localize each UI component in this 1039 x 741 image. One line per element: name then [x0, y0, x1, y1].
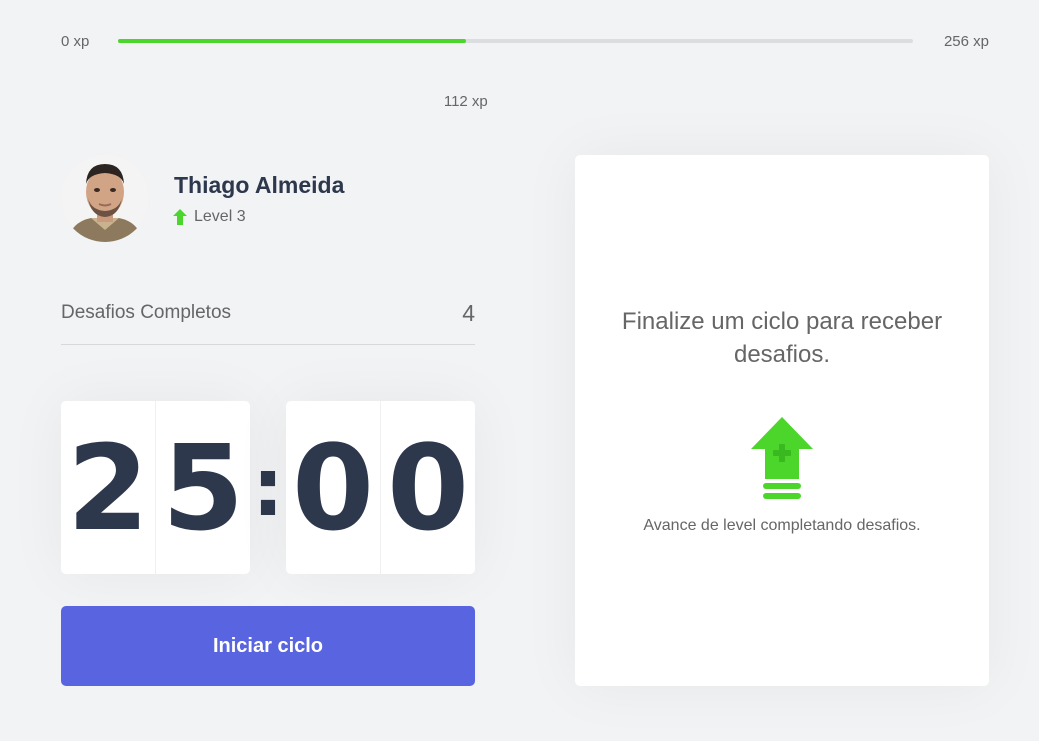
level-up-arrow-icon: [173, 209, 187, 225]
experience-current-label: 112 xp: [443, 93, 488, 110]
countdown-second-digit: 0: [286, 401, 381, 574]
experience-min-label: 0 xp: [61, 33, 90, 50]
countdown-minutes: 2 5: [61, 401, 250, 574]
profile-level: Level 3: [173, 208, 246, 226]
countdown-minute-digit: 5: [161, 418, 245, 557]
profile-level-label: Level 3: [194, 208, 246, 225]
avatar-photo-icon: [61, 154, 149, 242]
countdown-seconds: 0 0: [286, 401, 475, 574]
experience-fill: [118, 39, 466, 43]
experience-track: 112 xp: [118, 39, 913, 110]
challenge-box-hint: Avance de level completando desafios.: [643, 517, 921, 534]
start-cycle-button[interactable]: Iniciar ciclo: [61, 606, 475, 686]
avatar: [61, 154, 149, 242]
challenge-box-title: Finalize um ciclo para receber desafios.: [621, 308, 943, 368]
experience-max-label: 256 xp: [943, 33, 989, 50]
countdown-separator: :: [252, 441, 284, 534]
completed-challenges: Desafios Completos 4: [61, 296, 475, 345]
challenge-box: Finalize um ciclo para receber desafios.…: [575, 155, 989, 686]
completed-challenges-label: Desafios Completos: [61, 302, 232, 323]
completed-challenges-count: 4: [462, 300, 475, 326]
countdown-second-digit: 0: [386, 418, 470, 557]
countdown-minute-digit: 2: [61, 401, 156, 574]
level-up-icon: [751, 417, 813, 499]
profile-name: Thiago Almeida: [174, 172, 345, 198]
